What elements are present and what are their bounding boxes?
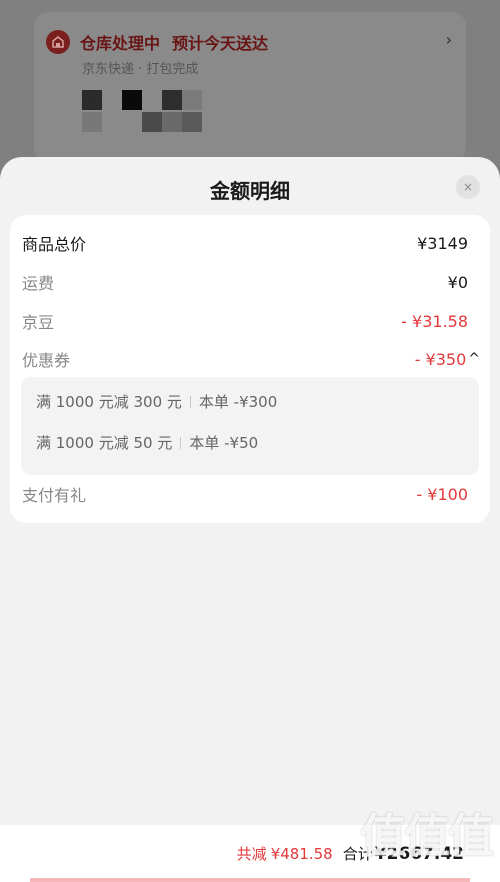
order-status-text: 仓库处理中 (80, 34, 161, 53)
chevron-up-icon[interactable]: ^ (468, 351, 480, 367)
coupon-applied: 本单 -¥50 (189, 434, 259, 452)
goods-total-row: 商品总价 ¥3149 (22, 228, 468, 258)
close-button[interactable]: × (456, 175, 480, 199)
coupon-condition: 满 1000 元减 300 元 (36, 393, 182, 411)
warehouse-icon (46, 30, 70, 54)
goods-total-label: 商品总价 (22, 235, 87, 254)
jingdou-row: 京豆 - ¥31.58 (22, 306, 468, 336)
eta-text: 预计今天送达 (172, 34, 269, 53)
shipping-row: 运费 ¥0 (22, 267, 468, 297)
bottom-accent-strip (30, 878, 470, 882)
coupon-applied: 本单 -¥300 (198, 393, 278, 411)
amount-detail-sheet: 金额明细 × 商品总价 ¥3149 运费 ¥0 京豆 - ¥31.58 优惠券 … (0, 157, 500, 825)
coupon-condition: 满 1000 元减 50 元 (36, 434, 173, 452)
watermark-logo: 值值值 (360, 809, 494, 863)
goods-total-value: ¥3149 (417, 233, 468, 253)
shipping-value: ¥0 (447, 272, 468, 292)
divider (189, 395, 191, 408)
sheet-title: 金额明细 (210, 179, 290, 203)
order-status-row: 仓库处理中 预计今天送达 (46, 30, 268, 54)
coupon-label: 优惠券 (22, 351, 71, 370)
coupon-breakdown: 满 1000 元减 300 元 本单 -¥300 满 1000 元减 50 元 … (21, 377, 479, 475)
jingdou-value: - ¥31.58 (401, 311, 468, 331)
shipping-sub-text: 京东快递 · 打包完成 (82, 62, 199, 77)
jingdou-label: 京豆 (22, 313, 55, 332)
close-icon: × (462, 180, 474, 194)
coupon-value: - ¥350 (414, 349, 467, 369)
pay-gift-label: 支付有礼 (22, 486, 87, 505)
saved-value: ¥481.58 (270, 845, 333, 863)
divider (180, 436, 182, 449)
coupon-item: 满 1000 元减 50 元 本单 -¥50 (36, 432, 258, 453)
pay-gift-row: 支付有礼 - ¥100 (22, 479, 468, 509)
product-thumbnail (82, 90, 212, 134)
coupon-item: 满 1000 元减 300 元 本单 -¥300 (36, 391, 277, 412)
order-status-card: 仓库处理中 预计今天送达 › 京东快递 · 打包完成 (34, 12, 466, 162)
amount-detail-card: 商品总价 ¥3149 运费 ¥0 京豆 - ¥31.58 优惠券 - ¥350 … (10, 215, 490, 523)
coupon-row[interactable]: 优惠券 - ¥350 ^ (22, 344, 480, 374)
saved-label: 共减 (236, 845, 267, 863)
shipping-label: 运费 (22, 274, 55, 293)
chevron-right-icon[interactable]: › (446, 30, 452, 49)
pay-gift-value: - ¥100 (416, 484, 468, 504)
